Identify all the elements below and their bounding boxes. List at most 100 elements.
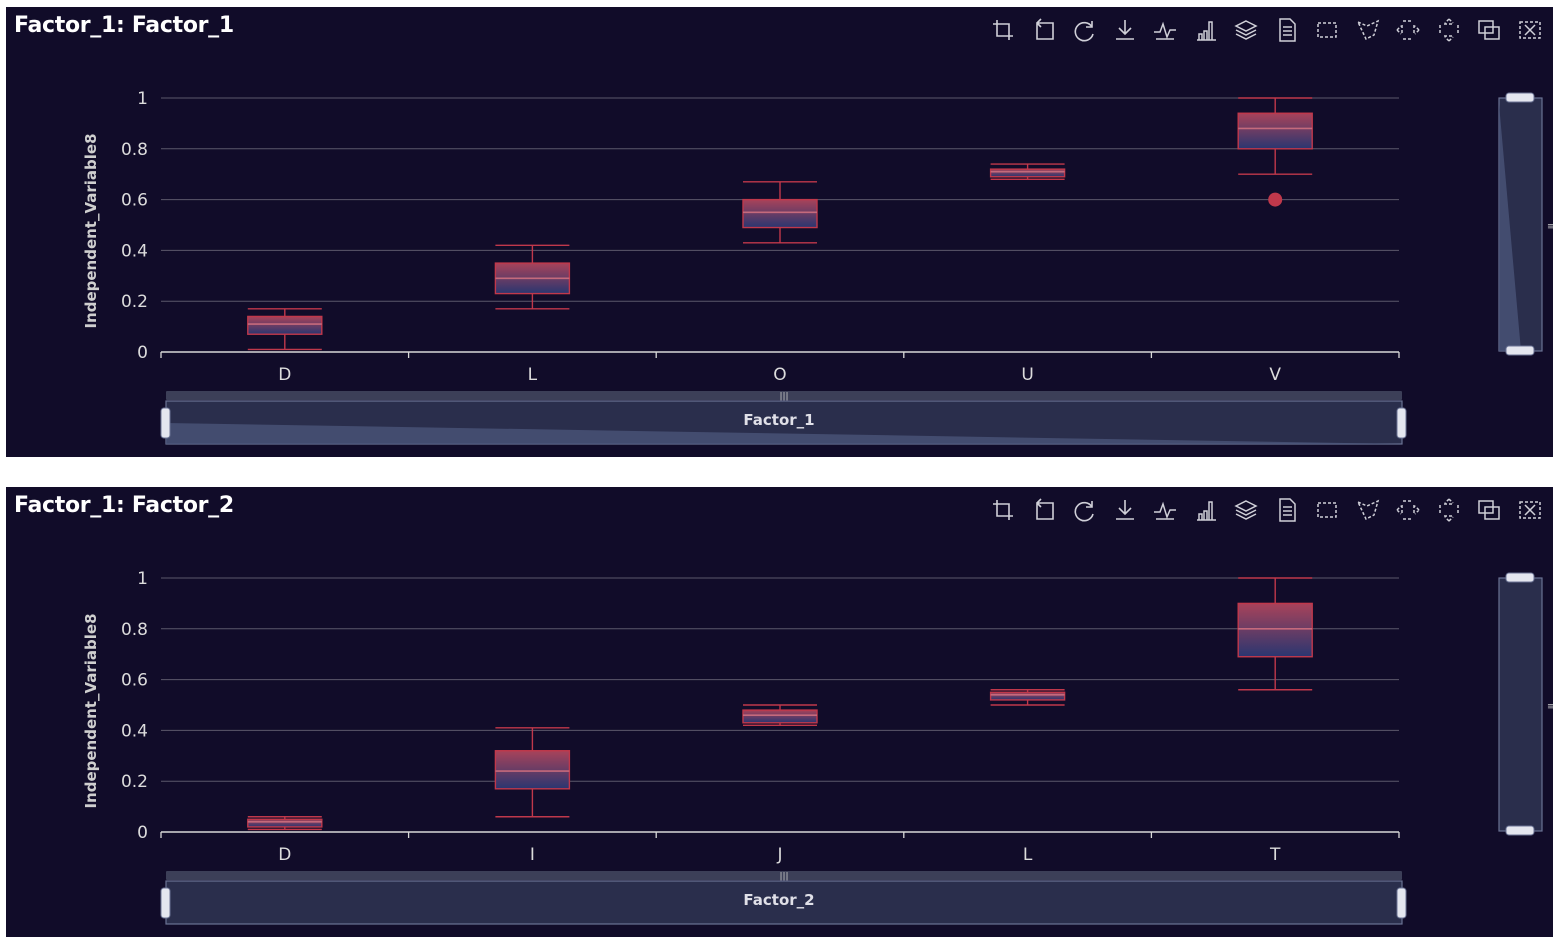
chart-panel: 0 0.2 0.4 0.6 0.8 1 D I J L T Independent_Variable… xyxy=(6,487,1553,937)
line-chart-icon xyxy=(1154,501,1176,520)
clear-selection-icon[interactable] xyxy=(1515,15,1545,45)
x-zoom-left-handle[interactable] xyxy=(160,887,171,919)
y-axis-title: Independent_Variable8 xyxy=(82,133,100,328)
y-zoom-top-handle[interactable] xyxy=(1505,92,1535,103)
restore-icon xyxy=(1074,501,1094,522)
box-U[interactable] xyxy=(989,163,1066,180)
y-tick-label: 0.8 xyxy=(121,620,148,640)
outlier-point[interactable] xyxy=(1268,192,1283,207)
svg-text:≡: ≡ xyxy=(1547,222,1553,232)
box-I[interactable] xyxy=(494,727,571,818)
data-view-icon[interactable] xyxy=(1272,15,1302,45)
zoom-icon xyxy=(993,500,1013,520)
y-tick-label: 0.4 xyxy=(121,241,148,261)
polygon-select-icon[interactable] xyxy=(1353,495,1383,525)
stack-icon xyxy=(1234,20,1258,40)
x-tick-label: D xyxy=(278,365,291,385)
chart-title: Factor_1: Factor_1 xyxy=(14,13,234,38)
box-D[interactable] xyxy=(247,816,323,831)
stack-icon[interactable] xyxy=(1231,495,1261,525)
restore-icon[interactable] xyxy=(1069,15,1099,45)
y-zoom-top-handle[interactable] xyxy=(1505,572,1535,583)
rect-select-icon xyxy=(1317,22,1337,38)
line-chart-icon[interactable] xyxy=(1150,15,1180,45)
clear-selection-icon[interactable] xyxy=(1515,495,1545,525)
rect-select-icon xyxy=(1317,502,1337,518)
box-T[interactable] xyxy=(1237,577,1313,691)
box-body xyxy=(247,315,323,335)
bar-chart-icon[interactable] xyxy=(1191,15,1221,45)
box-V[interactable] xyxy=(1237,97,1313,175)
y-axis-title: Independent_Variable8 xyxy=(82,613,100,808)
y-zoom-bottom-handle[interactable] xyxy=(1505,825,1535,836)
bar-chart-icon[interactable] xyxy=(1191,495,1221,525)
stack-icon[interactable] xyxy=(1231,15,1261,45)
polygon-select-icon[interactable] xyxy=(1353,15,1383,45)
y-zoom-slider[interactable]: ≡ xyxy=(1498,92,1553,356)
download-icon xyxy=(1115,500,1134,520)
keep-selection-icon[interactable] xyxy=(1474,15,1504,45)
zoom-icon[interactable] xyxy=(988,15,1018,45)
zoom-back-icon xyxy=(1035,498,1054,520)
x-zoom-slider[interactable]: ||| Factor_1 xyxy=(160,391,1407,445)
y-tick-label: 0 xyxy=(137,343,148,363)
x-zoom-slider[interactable]: ||| Factor_2 xyxy=(160,871,1407,925)
zoom-back-icon[interactable] xyxy=(1029,15,1059,45)
box-L[interactable] xyxy=(494,244,571,310)
vertical-select-icon xyxy=(1438,18,1459,42)
vertical-select-icon[interactable] xyxy=(1434,15,1464,45)
zoom-icon xyxy=(993,20,1013,40)
chart-toolbar xyxy=(988,495,1548,525)
keep-selection-icon xyxy=(1478,500,1500,520)
y-tick-label: 1 xyxy=(137,569,148,589)
clear-selection-icon xyxy=(1518,501,1541,519)
polygon-select-icon xyxy=(1355,19,1379,41)
horizontal-select-icon xyxy=(1396,20,1420,40)
chart-svg: 0 0.2 0.4 0.6 0.8 1 D L O U V Independent_Variable… xyxy=(82,89,1553,445)
download-icon xyxy=(1115,20,1134,40)
box-D[interactable] xyxy=(247,308,323,351)
rect-select-icon[interactable] xyxy=(1312,495,1342,525)
restore-icon[interactable] xyxy=(1069,495,1099,525)
horizontal-select-icon[interactable] xyxy=(1393,15,1423,45)
download-icon[interactable] xyxy=(1110,15,1140,45)
x-zoom-right-handle[interactable] xyxy=(1396,407,1407,439)
box-O[interactable] xyxy=(742,181,818,244)
vertical-select-icon[interactable] xyxy=(1434,495,1464,525)
data-view-icon[interactable] xyxy=(1272,495,1302,525)
box-J[interactable] xyxy=(742,704,818,727)
y-zoom-bottom-handle[interactable] xyxy=(1505,345,1535,356)
y-tick-label: 0 xyxy=(137,823,148,843)
box-body xyxy=(247,818,323,828)
svg-text:≡: ≡ xyxy=(1547,702,1553,712)
y-zoom-track xyxy=(1498,577,1543,832)
keep-selection-icon[interactable] xyxy=(1474,495,1504,525)
box-body xyxy=(1237,602,1313,658)
zoom-back-icon[interactable] xyxy=(1029,495,1059,525)
box-body xyxy=(1237,112,1313,150)
x-zoom-label: Factor_1 xyxy=(743,411,814,429)
box-body xyxy=(989,691,1066,701)
x-tick-label: V xyxy=(1269,365,1281,385)
restore-icon xyxy=(1074,21,1094,42)
box-body xyxy=(742,709,818,724)
zoom-icon[interactable] xyxy=(988,495,1018,525)
horizontal-select-icon[interactable] xyxy=(1393,495,1423,525)
chart-panel: 0 0.2 0.4 0.6 0.8 1 D L O U V Independent_Variable… xyxy=(6,7,1553,457)
zoom-back-icon xyxy=(1035,18,1054,40)
x-tick-label: U xyxy=(1021,365,1033,385)
y-zoom-slider[interactable]: ≡ xyxy=(1498,572,1553,836)
x-tick-label: D xyxy=(278,845,291,865)
x-zoom-right-handle[interactable] xyxy=(1396,887,1407,919)
box-L[interactable] xyxy=(989,689,1066,706)
x-tick-label: I xyxy=(530,845,535,865)
download-icon[interactable] xyxy=(1110,495,1140,525)
x-zoom-left-handle[interactable] xyxy=(160,407,171,439)
chart-toolbar xyxy=(988,15,1548,45)
x-tick-label: T xyxy=(1269,845,1281,865)
bar-chart-icon xyxy=(1196,21,1216,41)
box-body xyxy=(494,750,571,790)
vertical-select-icon xyxy=(1438,498,1459,522)
rect-select-icon[interactable] xyxy=(1312,15,1342,45)
line-chart-icon[interactable] xyxy=(1150,495,1180,525)
